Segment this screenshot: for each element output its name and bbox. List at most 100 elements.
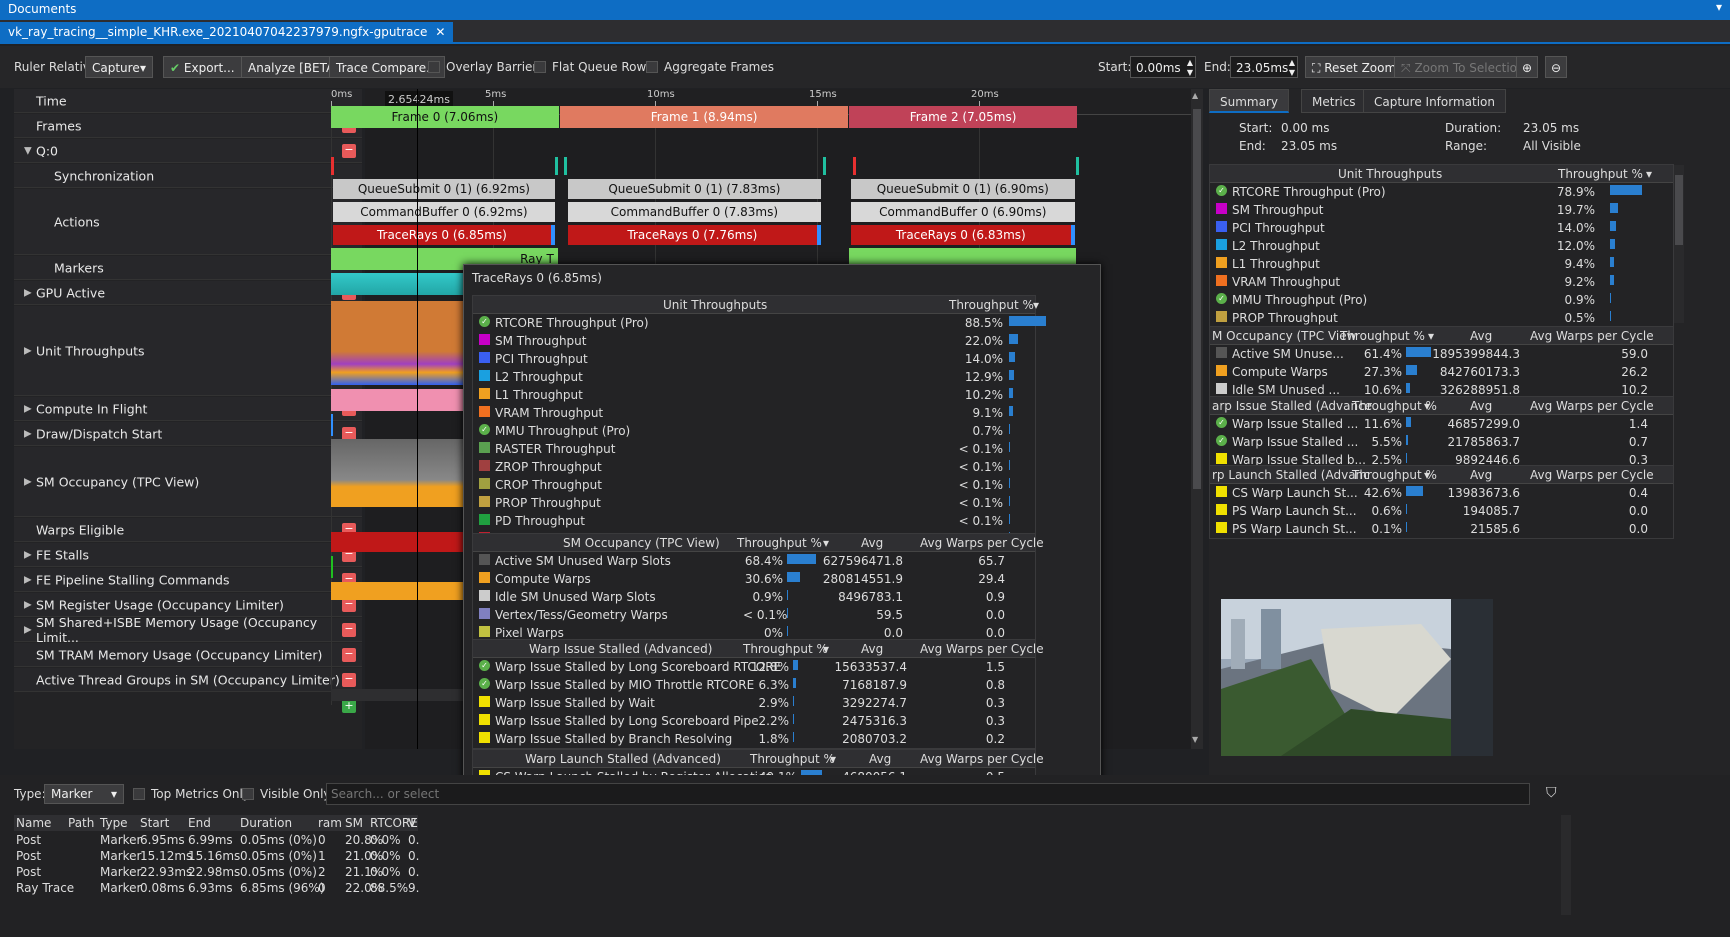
frame-block[interactable]: Frame 0 (7.06ms) bbox=[331, 106, 559, 128]
remove-row-icon[interactable]: − bbox=[342, 622, 356, 637]
trace-rays-block[interactable]: TraceRays 0 (6.83ms) bbox=[851, 225, 1071, 245]
column-header[interactable]: SM bbox=[345, 816, 363, 830]
metric-row[interactable]: ✓ Warp Issue Stalled by MIO Throttle RTCO… bbox=[473, 676, 1035, 694]
frame-block[interactable]: Frame 2 (7.05ms) bbox=[849, 106, 1077, 128]
column-header[interactable]: Avg Warps per Cycle bbox=[920, 536, 1044, 550]
command-buffer-block[interactable]: CommandBuffer 0 (7.83ms) bbox=[567, 202, 822, 222]
metric-row[interactable]: Warp Issue Stalled by Wait 2.9% 3292274.7 0… bbox=[473, 694, 1035, 712]
chevron-down-icon[interactable]: ▾ bbox=[1646, 167, 1652, 181]
metric-row[interactable]: PS Warp Launch St... 0.6% 194085.7 0.0 bbox=[1210, 502, 1673, 520]
tree-row[interactable]: ▶SM Occupancy (TPC View)− bbox=[14, 447, 362, 517]
collapsed-arrow-icon[interactable]: ▶ bbox=[24, 624, 32, 635]
column-header[interactable]: Warp Launch Stalled (Advanced) bbox=[525, 752, 721, 766]
export-button[interactable]: ✔ Export... bbox=[163, 56, 242, 78]
column-header[interactable]: Avg Warps per Cycle bbox=[1530, 399, 1654, 413]
metric-row[interactable]: CS Warp Launch St... 42.6% 13983673.6 0.4 bbox=[1210, 484, 1673, 502]
metric-row[interactable]: VRAM Throughput 9.2% bbox=[1210, 273, 1673, 291]
metric-row[interactable]: Warp Issue Stalled by Long Scoreboard Pi… bbox=[473, 712, 1035, 730]
column-header[interactable]: Avg Warps per Cycle bbox=[920, 642, 1044, 656]
column-header[interactable]: Duration bbox=[240, 816, 292, 830]
aggregate-frames-checkbox[interactable]: Aggregate Frames bbox=[646, 56, 774, 78]
column-header[interactable]: Throughput % bbox=[1558, 167, 1643, 181]
tree-row[interactable]: ▶ FE Pipeline Stalling Commands − bbox=[14, 568, 362, 592]
remove-row-icon[interactable]: − bbox=[342, 143, 356, 158]
metric-row[interactable]: Vertex/Tess/Geometry Warps < 0.1% 59.5 0.0 bbox=[473, 606, 1035, 624]
visible-only-checkbox[interactable]: Visible Only bbox=[242, 787, 331, 801]
queue-submit-block[interactable]: QueueSubmit 0 (1) (6.92ms) bbox=[332, 179, 556, 199]
tree-row[interactable]: ▶ FE Stalls − bbox=[14, 543, 362, 567]
end-time-input[interactable]: 23.05ms ▲ ▼ bbox=[1230, 56, 1298, 78]
flat-queue-rows-checkbox[interactable]: Flat Queue Rows bbox=[534, 56, 653, 78]
tree-row[interactable]: ▶ SM Shared+ISBE Memory Usage (Occupancy … bbox=[14, 615, 362, 645]
tree-row[interactable]: Actions bbox=[14, 189, 362, 255]
metric-row[interactable]: L2 Throughput 12.0% bbox=[1210, 237, 1673, 255]
column-header[interactable]: Avg Warps per Cycle bbox=[1530, 468, 1654, 482]
collapsed-arrow-icon[interactable]: ▶ bbox=[24, 549, 32, 560]
tree-row[interactable]: Time bbox=[14, 89, 362, 113]
metric-row[interactable]: ✓ MMU Throughput (Pro) 0.9% bbox=[1210, 291, 1673, 309]
collapsed-arrow-icon[interactable]: ▶ bbox=[24, 476, 32, 487]
metric-row[interactable]: PROP Throughput 0.5% bbox=[1210, 309, 1673, 327]
add-row-icon[interactable]: + bbox=[342, 699, 356, 713]
chevron-down-icon[interactable]: ▾ bbox=[1033, 298, 1039, 312]
scroll-thumb[interactable] bbox=[1675, 175, 1683, 245]
remove-row-icon[interactable]: − bbox=[342, 672, 356, 687]
column-header[interactable]: Avg bbox=[869, 752, 891, 766]
zoom-to-selection-button[interactable]: ⤧ Zoom To Selection bbox=[1394, 56, 1532, 78]
collapsed-arrow-icon[interactable]: ▶ bbox=[24, 287, 32, 298]
chevron-down-icon[interactable]: ▾ bbox=[1424, 468, 1430, 482]
column-header[interactable]: Type bbox=[100, 816, 128, 830]
column-header[interactable]: Start bbox=[140, 816, 169, 830]
metric-row[interactable]: ✓ MMU Throughput (Pro) 0.7% bbox=[473, 422, 1035, 440]
search-input[interactable] bbox=[326, 783, 1530, 805]
chevron-down-icon[interactable]: ▾ bbox=[1428, 329, 1434, 343]
chevron-down-icon[interactable]: ▾ bbox=[1424, 399, 1430, 413]
scroll-down-icon[interactable]: ▼ bbox=[1192, 735, 1202, 747]
metric-row[interactable]: Idle SM Unused Warp Slots 0.9% 8496783.1 0.… bbox=[473, 588, 1035, 606]
overlay-barriers-checkbox[interactable]: Overlay Barriers bbox=[428, 56, 544, 78]
column-header[interactable]: M Occupancy (TPC View bbox=[1212, 329, 1356, 343]
column-header[interactable]: Unit Throughputs bbox=[1338, 167, 1442, 181]
column-header[interactable]: Warp Issue Stalled (Advanced) bbox=[529, 642, 712, 656]
metric-row[interactable]: L1 Throughput 9.4% bbox=[1210, 255, 1673, 273]
metric-row[interactable]: PS Warp Launch St... 0.1% 21585.6 0.0 bbox=[1210, 520, 1673, 538]
chevron-down-icon[interactable]: ▾ bbox=[830, 752, 836, 766]
metric-row[interactable]: VRAM Throughput 9.1% bbox=[473, 404, 1035, 422]
start-time-input[interactable]: 0.00ms ▲ ▼ bbox=[1130, 56, 1196, 78]
filter-icon[interactable]: ⛉ bbox=[1546, 785, 1557, 801]
collapsed-arrow-icon[interactable]: ▶ bbox=[24, 345, 32, 356]
zoom-in-icon[interactable]: ⊕ bbox=[1516, 56, 1538, 78]
remove-row-icon[interactable]: − bbox=[342, 647, 356, 662]
metric-row[interactable]: Compute Warps 27.3% 842760173.3 26.2 bbox=[1210, 363, 1673, 381]
metric-row[interactable]: ✓ RTCORE Throughput (Pro) 88.5% bbox=[473, 314, 1047, 332]
command-buffer-block[interactable]: CommandBuffer 0 (6.92ms) bbox=[332, 202, 556, 222]
column-header[interactable]: Throughput % bbox=[737, 536, 822, 550]
column-header[interactable]: arp Issue Stalled (Advance bbox=[1212, 399, 1372, 413]
tree-row[interactable]: Active Thread Groups in SM (Occupancy Li… bbox=[14, 668, 362, 692]
metric-row[interactable]: SM Throughput 19.7% bbox=[1210, 201, 1673, 219]
table-row[interactable]: Ray Trace Marker 0.08ms 6.93ms 6.85ms (96%) 0… bbox=[14, 880, 419, 896]
metric-row[interactable]: PD Throughput < 0.1% bbox=[473, 512, 1035, 530]
metric-row[interactable]: Warp Issue Stalled by Branch Resolving 1.… bbox=[473, 730, 1035, 748]
collapsed-arrow-icon[interactable]: ▶ bbox=[24, 574, 32, 585]
summary-scrollbar[interactable] bbox=[1674, 165, 1684, 323]
command-buffer-block[interactable]: CommandBuffer 0 (6.90ms) bbox=[851, 202, 1075, 222]
tree-row[interactable]: ▶ Draw/Dispatch Start − bbox=[14, 422, 362, 446]
column-header[interactable]: ram bbox=[318, 816, 342, 830]
collapsed-arrow-icon[interactable]: ▶ bbox=[24, 599, 32, 610]
metric-row[interactable]: ✓ Warp Issue Stalled ... 5.5% 21785863.7 0.7 bbox=[1210, 433, 1673, 451]
chevron-down-icon[interactable]: ▾ bbox=[823, 642, 829, 656]
scroll-thumb[interactable] bbox=[1193, 109, 1201, 489]
column-header[interactable]: Unit Throughputs bbox=[663, 298, 767, 312]
metric-row[interactable]: ✓ Warp Issue Stalled ... 11.6% 46857299.0 1.… bbox=[1210, 415, 1673, 433]
tree-row[interactable]: ▶GPU Active− bbox=[14, 281, 362, 305]
metric-row[interactable]: ✓ RTCORE Throughput (Pro) 78.9% bbox=[1210, 183, 1673, 201]
column-header[interactable]: V bbox=[408, 816, 416, 830]
trace-rays-block[interactable]: TraceRays 0 (7.76ms) bbox=[567, 225, 818, 245]
tree-row[interactable]: ▶Compute In Flight− bbox=[14, 397, 362, 421]
metric-row[interactable]: PROP Throughput < 0.1% bbox=[473, 494, 1035, 512]
metric-row[interactable]: L1 Throughput 10.2% bbox=[473, 386, 1035, 404]
column-header[interactable]: Avg Warps per Cycle bbox=[920, 752, 1044, 766]
metric-row[interactable]: CROP Throughput < 0.1% bbox=[473, 476, 1035, 494]
metric-row[interactable]: ZROP Throughput < 0.1% bbox=[473, 458, 1035, 476]
